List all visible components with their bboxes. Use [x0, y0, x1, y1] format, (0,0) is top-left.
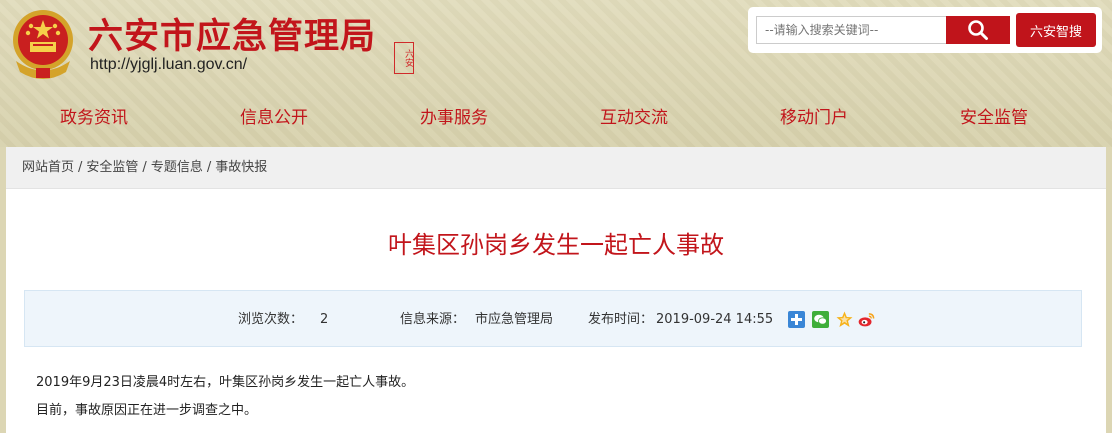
time-value: 2019-09-24 14:55: [656, 312, 774, 327]
calligraphy-seal: 六安: [394, 42, 414, 74]
national-emblem-icon: [13, 10, 73, 79]
weibo-icon[interactable]: [858, 311, 875, 328]
nav-item-mobile[interactable]: 移动门户: [754, 98, 874, 138]
breadcrumb-separator: /: [206, 160, 212, 175]
source-value: 市应急管理局: [475, 312, 554, 327]
breadcrumb-safety[interactable]: 安全监管: [86, 160, 138, 175]
wechat-icon[interactable]: [812, 311, 829, 328]
breadcrumb-topics[interactable]: 专题信息: [151, 160, 203, 175]
smart-search-button[interactable]: 六安智搜: [1016, 13, 1096, 47]
breadcrumb: 网站首页 / 安全监管 / 专题信息 / 事故快报: [6, 147, 1106, 189]
nav-item-gov-news[interactable]: 政务资讯: [34, 98, 154, 138]
time-label: 发布时间：: [588, 312, 654, 327]
search-box: 六安智搜: [748, 7, 1102, 53]
nav-item-interaction[interactable]: 互动交流: [574, 98, 694, 138]
article-meta-bar: 浏览次数： 2 信息来源： 市应急管理局 发布时间： 2019-09-24 14…: [24, 290, 1082, 347]
breadcrumb-home[interactable]: 网站首页: [22, 160, 74, 175]
breadcrumb-separator: /: [78, 160, 83, 175]
site-header: 六安市应急管理局 http://yjglj.luan.gov.cn/ 六安 六安…: [0, 0, 1112, 147]
content-panel: 网站首页 / 安全监管 / 专题信息 / 事故快报 叶集区孙岗乡发生一起亡人事故 浏览次数：…: [6, 147, 1106, 433]
article-paragraph: 2019年9月23日凌晨4时左右，叶集区孙岗乡发生一起亡人事故。: [36, 375, 415, 390]
article-title: 叶集区孙岗乡发生一起亡人事故: [388, 231, 724, 259]
site-url: http://yjglj.luan.gov.cn/: [90, 56, 248, 73]
seal-text: 六安: [403, 49, 413, 67]
nav-item-services[interactable]: 办事服务: [394, 98, 514, 138]
nav-item-info-disclosure[interactable]: 信息公开: [214, 98, 334, 138]
views-label: 浏览次数：: [238, 312, 304, 327]
nav-item-safety-supervision[interactable]: 安全监管: [934, 98, 1054, 138]
search-input[interactable]: [756, 16, 946, 44]
breadcrumb-accident-reports[interactable]: 事故快报: [215, 160, 267, 175]
article-body: 2019年9月23日凌晨4时左右，叶集区孙岗乡发生一起亡人事故。 目前，事故原因…: [36, 369, 1076, 425]
search-button[interactable]: [946, 16, 1010, 44]
plus-share-icon[interactable]: [788, 311, 805, 328]
main-nav: 政务资讯 信息公开 办事服务 互动交流 移动门户 安全监管: [0, 98, 1112, 138]
search-icon: [968, 20, 988, 40]
qzone-star-icon[interactable]: [836, 311, 853, 328]
article-paragraph: 目前，事故原因正在进一步调查之中。: [36, 403, 258, 418]
breadcrumb-separator: /: [142, 160, 147, 175]
views-value: 2: [320, 312, 329, 327]
source-label: 信息来源：: [400, 312, 466, 327]
site-title[interactable]: 六安市应急管理局: [88, 8, 376, 59]
